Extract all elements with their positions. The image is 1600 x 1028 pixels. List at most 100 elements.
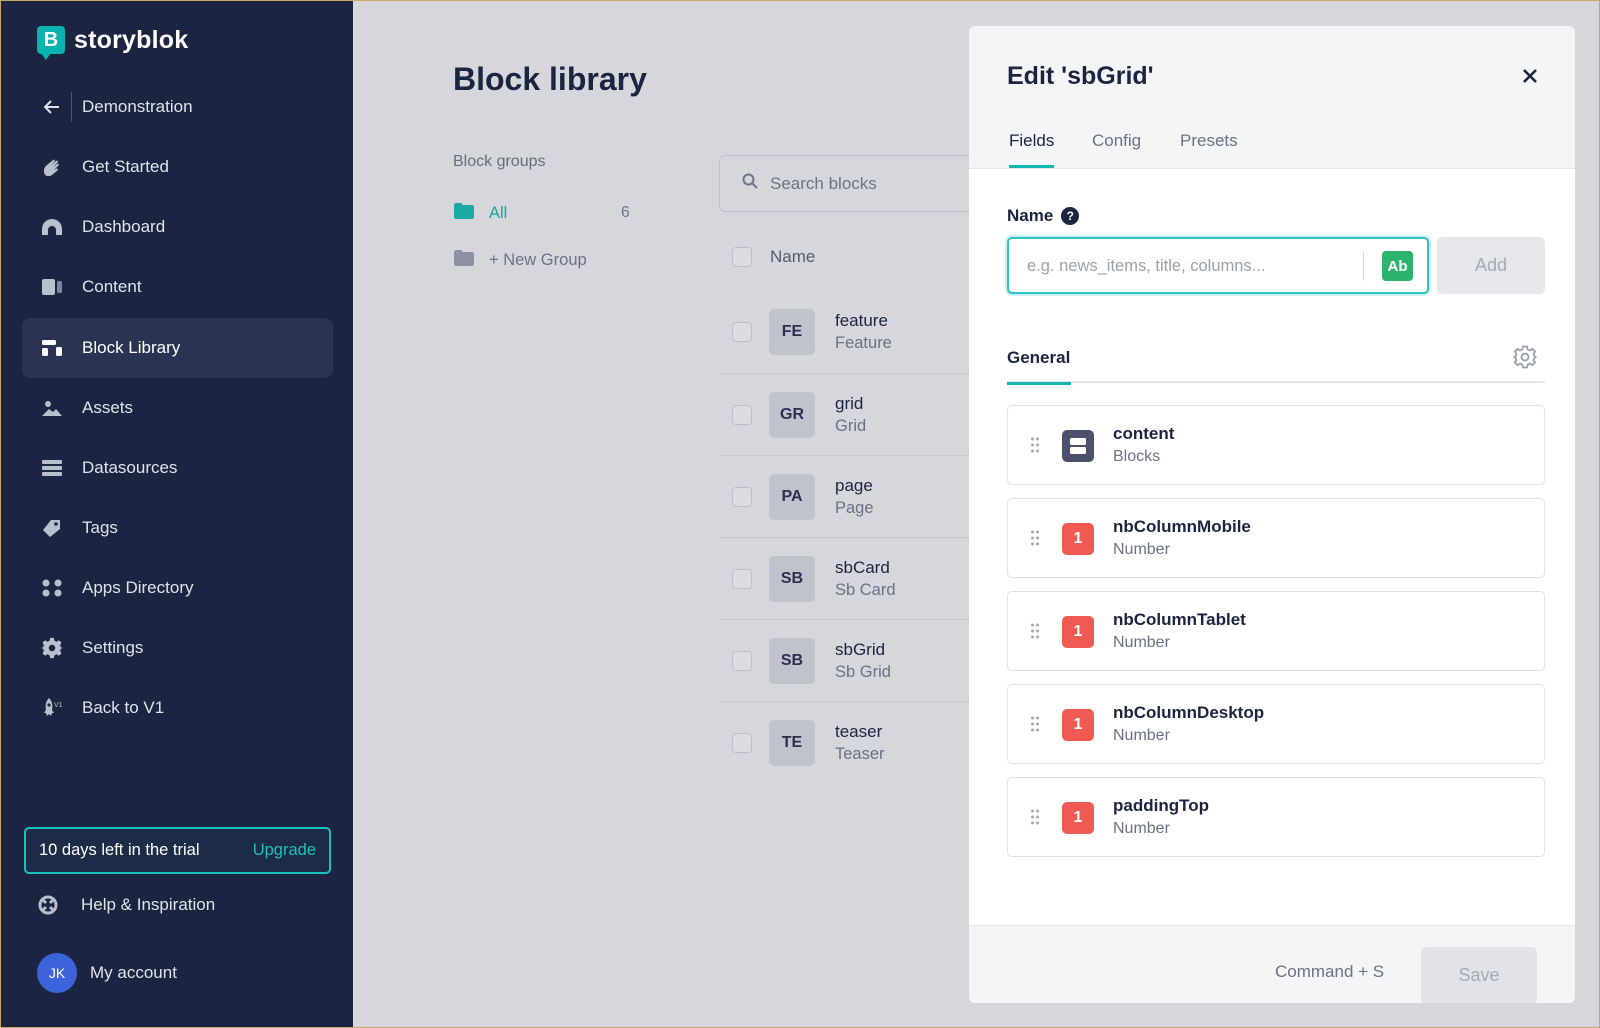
- avatar: JK: [37, 953, 77, 993]
- apps-grid-icon: [41, 578, 63, 598]
- drag-handle-icon[interactable]: [1030, 622, 1040, 640]
- field-card[interactable]: 1 paddingTop Number: [1007, 777, 1545, 857]
- group-label: + New Group: [489, 251, 587, 269]
- folder-icon: [453, 249, 475, 272]
- svg-text:V1: V1: [54, 702, 63, 709]
- block-name: sbCard: [835, 557, 890, 577]
- sidebar-item-label: Apps Directory: [82, 578, 194, 597]
- sidebar-item-help[interactable]: Help & Inspiration: [37, 894, 215, 916]
- block-abbr: PA: [769, 473, 815, 520]
- block-name: sbGrid: [835, 639, 886, 659]
- field-name: paddingTop: [1113, 796, 1209, 815]
- field-card[interactable]: 1 nbColumnTablet Number: [1007, 591, 1545, 671]
- search-placeholder: Search blocks: [770, 173, 877, 193]
- back-separator: [71, 92, 72, 122]
- field-name-input[interactable]: [1027, 253, 1347, 279]
- field-name: nbColumnTablet: [1113, 610, 1246, 629]
- hand-wave-icon: [41, 157, 63, 177]
- field-card[interactable]: content Blocks: [1007, 405, 1545, 485]
- field-type: Number: [1113, 541, 1170, 558]
- sidebar-item-get-started[interactable]: Get Started: [22, 137, 333, 197]
- drag-handle-icon[interactable]: [1030, 715, 1040, 733]
- row-checkbox[interactable]: [732, 404, 752, 425]
- select-all-checkbox[interactable]: [732, 247, 752, 267]
- modal-title: Edit 'sbGrid': [1007, 62, 1154, 90]
- row-checkbox[interactable]: [732, 568, 752, 589]
- close-icon[interactable]: [1519, 65, 1541, 87]
- text-type-icon[interactable]: Ab: [1382, 251, 1413, 281]
- list-header: Name: [719, 247, 815, 267]
- field-name: nbColumnMobile: [1113, 517, 1251, 536]
- sidebar-item-label: Get Started: [82, 157, 169, 176]
- sidebar-item-settings[interactable]: Settings: [22, 618, 333, 678]
- block-display-name: Grid: [835, 416, 867, 435]
- trial-text: 10 days left in the trial: [39, 841, 200, 859]
- sidebar-item-tags[interactable]: Tags: [22, 498, 333, 558]
- sidebar-item-label: Datasources: [82, 458, 178, 477]
- new-group-button[interactable]: + New Group: [453, 249, 587, 272]
- block-name: page: [835, 475, 873, 495]
- drag-handle-icon[interactable]: [1030, 529, 1040, 547]
- field-type: Number: [1113, 820, 1170, 837]
- sidebar-item-assets[interactable]: Assets: [22, 378, 333, 438]
- drag-handle-icon[interactable]: [1030, 436, 1040, 454]
- field-name-input-wrapper: Ab: [1007, 237, 1429, 294]
- save-button[interactable]: Save: [1421, 947, 1537, 1003]
- sidebar-item-datasources[interactable]: Datasources: [22, 438, 333, 498]
- block-abbr: TE: [769, 719, 815, 766]
- sidebar-item-content[interactable]: Content: [22, 257, 333, 317]
- sidebar-item-dashboard[interactable]: Dashboard: [22, 197, 333, 257]
- group-all[interactable]: All: [453, 202, 507, 225]
- rocket-icon: V1: [41, 698, 63, 718]
- sidebar-item-back-to-v1[interactable]: V1 Back to V1: [22, 678, 333, 738]
- group-count: 6: [621, 204, 630, 221]
- arrow-left-icon: [41, 97, 63, 117]
- add-field-button[interactable]: Add: [1437, 237, 1545, 294]
- block-abbr: FE: [769, 309, 815, 355]
- block-abbr: SB: [769, 637, 815, 684]
- sidebar-item-demonstration[interactable]: Demonstration: [22, 77, 333, 137]
- drag-handle-icon[interactable]: [1030, 808, 1040, 826]
- row-checkbox[interactable]: [732, 322, 752, 342]
- brand[interactable]: B storyblok: [37, 23, 189, 60]
- save-shortcut-hint: Command + S: [1275, 962, 1385, 981]
- tab-fields[interactable]: Fields: [1009, 131, 1055, 168]
- number-type-icon: 1: [1062, 523, 1094, 555]
- field-name: content: [1113, 424, 1175, 443]
- blocks-icon: [1062, 430, 1094, 462]
- block-display-name: Sb Card: [835, 580, 896, 599]
- number-type-icon: 1: [1062, 616, 1094, 648]
- tag-icon: [41, 518, 63, 538]
- row-checkbox[interactable]: [732, 650, 752, 671]
- sidebar-item-account[interactable]: JK My account: [37, 953, 177, 993]
- block-display-name: Feature: [835, 334, 892, 352]
- help-icon[interactable]: ?: [1061, 207, 1080, 225]
- modal-header: Edit 'sbGrid' Fields Config Presets: [969, 26, 1575, 169]
- sidebar-item-label: Demonstration: [82, 97, 193, 116]
- dashboard-gauge-icon: [41, 217, 63, 237]
- gear-icon[interactable]: [1512, 345, 1538, 369]
- tab-presets[interactable]: Presets: [1180, 131, 1238, 165]
- tab-general[interactable]: General: [1007, 348, 1071, 385]
- brand-name: storyblok: [74, 25, 189, 54]
- gear-icon: [41, 637, 63, 659]
- trial-banner: 10 days left in the trial Upgrade: [24, 827, 331, 874]
- tab-config[interactable]: Config: [1092, 131, 1141, 165]
- block-library-icon: [41, 338, 63, 358]
- sidebar-item-label: Content: [82, 277, 142, 296]
- lifebuoy-icon: [37, 894, 59, 916]
- row-checkbox[interactable]: [732, 732, 752, 753]
- field-card[interactable]: 1 nbColumnMobile Number: [1007, 498, 1545, 578]
- field-card[interactable]: 1 nbColumnDesktop Number: [1007, 684, 1545, 764]
- name-field-label: Name ?: [1007, 206, 1080, 226]
- upgrade-link[interactable]: Upgrade: [253, 841, 316, 860]
- row-checkbox[interactable]: [732, 486, 752, 507]
- sidebar-item-block-library[interactable]: Block Library: [22, 318, 333, 378]
- edit-block-modal: Edit 'sbGrid' Fields Config Presets Name…: [969, 26, 1575, 1003]
- assets-image-icon: [41, 398, 63, 418]
- datasources-icon: [41, 458, 63, 478]
- sidebar-item-apps-directory[interactable]: Apps Directory: [22, 558, 333, 618]
- sidebar-item-label: Assets: [82, 398, 134, 417]
- block-groups-heading: Block groups: [453, 153, 546, 170]
- search-icon: [742, 173, 758, 194]
